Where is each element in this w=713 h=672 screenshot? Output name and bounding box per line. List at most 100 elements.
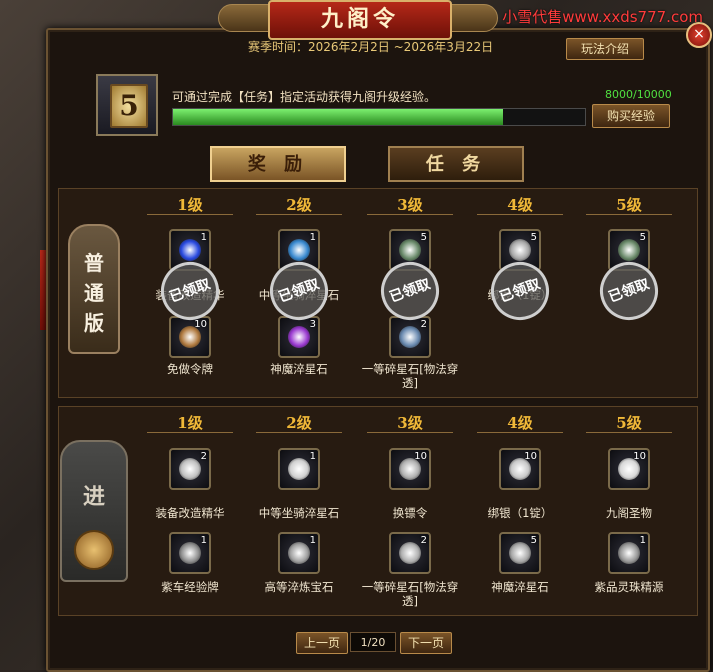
silver-ingot-icon [509, 239, 531, 261]
purple-star-stone-icon [288, 326, 310, 348]
level-divider [367, 432, 453, 433]
reward-slot[interactable]: 1 [278, 532, 320, 574]
item-name: 一等碎星石[物法穿透] [361, 362, 459, 390]
level-label: 3级 [397, 414, 423, 432]
normal-banner-char-3: 版 [84, 311, 104, 335]
item-name: 神魔淬星石 [270, 362, 328, 376]
item-count: 3 [309, 319, 316, 330]
item-count: 1 [200, 232, 207, 243]
item-name: 装备改造精华 [155, 506, 225, 520]
green-token-icon [618, 239, 640, 261]
quench-gem-icon [288, 542, 310, 564]
reward-slot[interactable]: 5 [499, 532, 541, 574]
level-label: 1级 [177, 414, 203, 432]
item-count: 2 [200, 451, 207, 462]
item-count: 1 [639, 535, 646, 546]
refine-essence-icon [179, 458, 201, 480]
reward-slot[interactable]: 10 [608, 448, 650, 490]
item-name: 免做令牌 [167, 362, 213, 376]
season-time: 赛季时间：2026年2月2日 ~2026年3月22日 [248, 40, 494, 54]
item-name: 换镖令 [392, 506, 428, 520]
item-count: 1 [309, 451, 316, 462]
tab-rewards[interactable]: 奖 励 [210, 146, 346, 182]
reward-slot[interactable]: 10 [389, 448, 431, 490]
reward-slot[interactable]: 10 [499, 448, 541, 490]
item-name: 一等碎星石[物法穿透] [361, 580, 459, 608]
broken-star-stone-icon [399, 542, 421, 564]
reward-slot[interactable]: 2 [389, 532, 431, 574]
current-level: 5 [110, 84, 148, 128]
item-name: 九阁圣物 [606, 506, 652, 520]
spirit-bead-icon [618, 542, 640, 564]
watermark-text: 小雪代售www.xxds777.com [502, 8, 703, 26]
normal-banner: 普 通 版 [68, 224, 120, 354]
item-count: 10 [524, 451, 537, 462]
page-indicator: 1/20 [350, 632, 396, 652]
item-name: 紫品灵珠精源 [594, 580, 664, 594]
item-name: 高等淬炼宝石 [264, 580, 334, 594]
level-divider [147, 214, 233, 215]
window-title: 九阁令 [268, 0, 452, 40]
buy-exp-button[interactable]: 购买经验 [592, 104, 670, 128]
normal-banner-char-1: 普 [84, 251, 104, 275]
prev-page-button[interactable]: 上一页 [296, 632, 348, 654]
level-divider [586, 432, 672, 433]
exp-progress-bar [172, 108, 586, 126]
level-divider [256, 214, 342, 215]
green-token-icon [399, 239, 421, 261]
item-count: 1 [309, 535, 316, 546]
reward-slot[interactable]: 2 [169, 448, 211, 490]
item-name: 神魔淬星石 [491, 580, 549, 594]
next-page-button[interactable]: 下一页 [400, 632, 452, 654]
normal-banner-char-2: 通 [84, 281, 104, 305]
level-label: 2级 [286, 414, 312, 432]
reward-slot[interactable]: 1 [169, 532, 211, 574]
advanced-banner-char: 进 [82, 484, 105, 510]
level-label: 5级 [616, 414, 642, 432]
item-count: 10 [633, 451, 646, 462]
level-divider [477, 214, 563, 215]
item-count: 5 [530, 232, 537, 243]
level-badge: 5 [96, 74, 158, 136]
item-name: 紫车经验牌 [161, 580, 219, 594]
title-plate: 九阁令 [218, 0, 498, 40]
tab-tasks[interactable]: 任 务 [388, 146, 524, 182]
level-divider [586, 214, 672, 215]
item-count: 5 [530, 535, 537, 546]
level-label: 2级 [286, 196, 312, 214]
exp-progress-fill [173, 109, 503, 125]
level-label: 4级 [507, 414, 533, 432]
level-label: 4级 [507, 196, 533, 214]
exp-description: 可通过完成【任务】指定活动获得九阁升级经验。 [172, 90, 437, 104]
rules-button[interactable]: 玩法介绍 [566, 38, 644, 60]
level-label: 3级 [397, 196, 423, 214]
blue-orb-icon [288, 239, 310, 261]
reward-slot[interactable]: 3 [278, 316, 320, 358]
item-count: 10 [414, 451, 427, 462]
item-count: 1 [200, 535, 207, 546]
reward-slot[interactable]: 10 [169, 316, 211, 358]
mount-star-stone-icon [288, 458, 310, 480]
item-count: 5 [420, 232, 427, 243]
chariot-exp-card-icon [179, 542, 201, 564]
level-divider [147, 432, 233, 433]
level-label: 1级 [177, 196, 203, 214]
level-divider [477, 432, 563, 433]
item-name: 中等坐骑淬星石 [258, 506, 340, 520]
exp-value: 8000/10000 [605, 88, 672, 101]
level-divider [256, 432, 342, 433]
reward-slot[interactable]: 1 [278, 448, 320, 490]
item-count: 2 [420, 535, 427, 546]
item-count: 1 [309, 232, 316, 243]
level-divider [367, 214, 453, 215]
reward-slot[interactable]: 2 [389, 316, 431, 358]
item-count: 5 [639, 232, 646, 243]
broken-star-stone-icon [399, 326, 421, 348]
item-name: 绑银（1锭） [487, 506, 553, 520]
item-count: 2 [420, 319, 427, 330]
reward-slot[interactable]: 1 [608, 532, 650, 574]
advanced-banner: 进 [60, 440, 128, 582]
purple-star-stone-icon [509, 542, 531, 564]
item-count: 10 [194, 319, 207, 330]
blue-gem-icon [179, 239, 201, 261]
